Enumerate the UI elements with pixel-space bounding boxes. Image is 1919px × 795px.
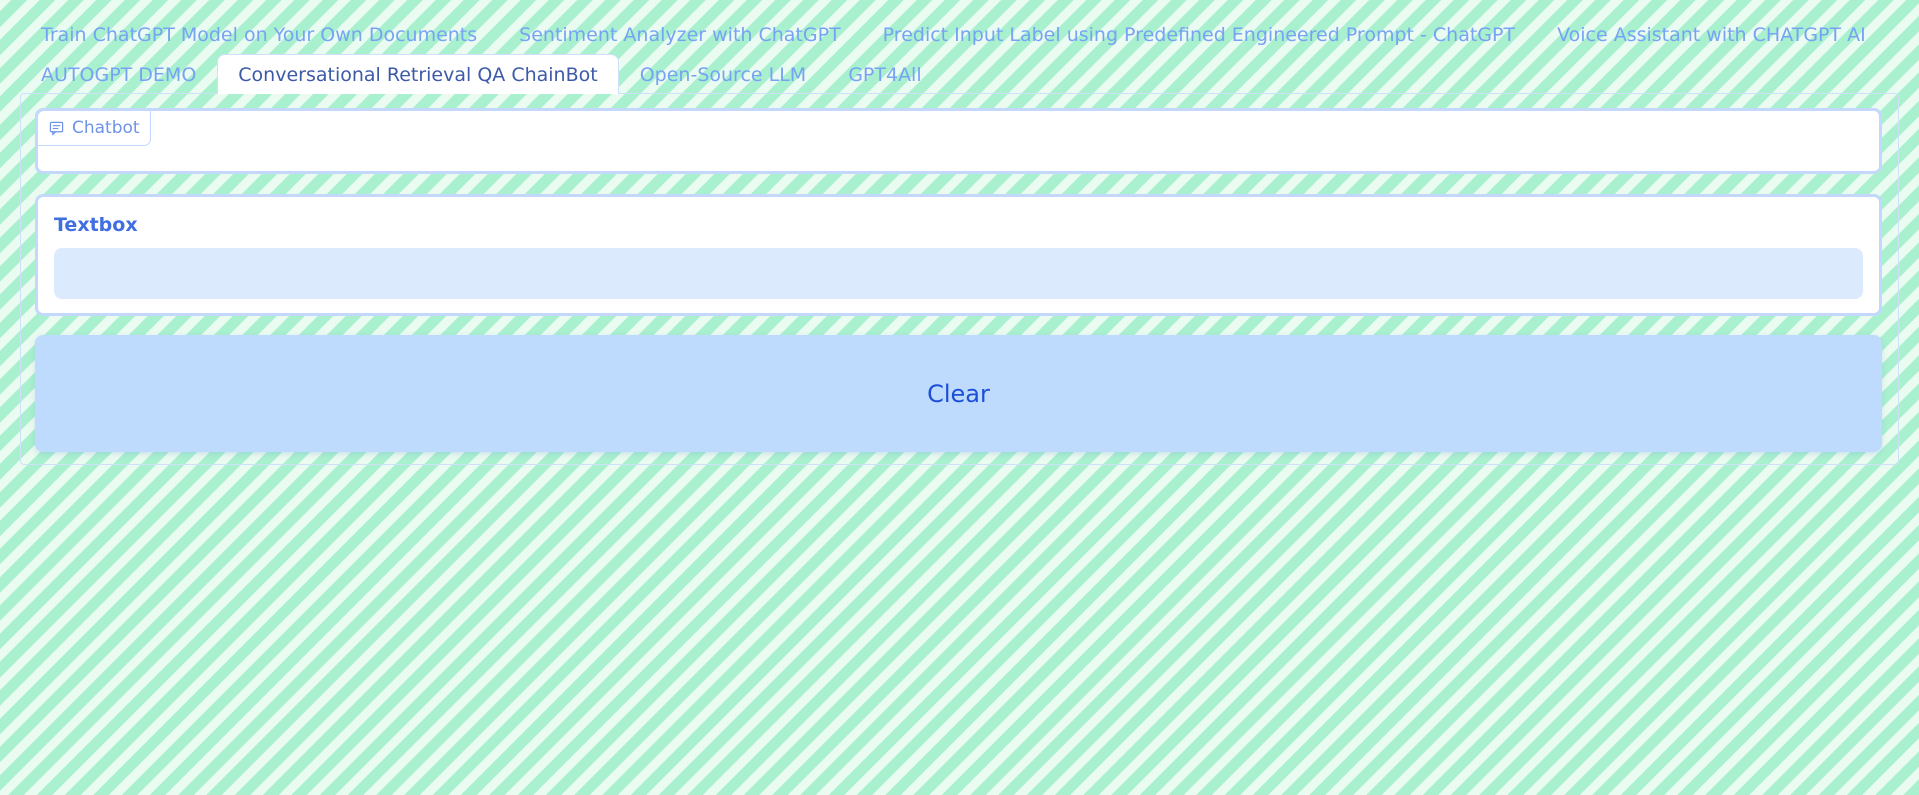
tab-sentiment-analyzer[interactable]: Sentiment Analyzer with ChatGPT (498, 14, 862, 54)
tab-gpt4all[interactable]: GPT4All (827, 54, 942, 94)
tab-train-chatgpt[interactable]: Train ChatGPT Model on Your Own Document… (20, 14, 498, 54)
textbox-label: Textbox (54, 214, 138, 236)
chatbot-label-text: Chatbot (72, 118, 140, 138)
tab-conversational-retrieval-qa[interactable]: Conversational Retrieval QA ChainBot (217, 54, 619, 94)
tab-voice-assistant[interactable]: Voice Assistant with CHATGPT AI (1536, 14, 1887, 54)
tab-autogpt-demo[interactable]: AUTOGPT DEMO (20, 54, 217, 94)
textbox-block: Textbox (35, 194, 1882, 316)
textbox-input[interactable] (54, 248, 1863, 299)
tab-bar: Train ChatGPT Model on Your Own Document… (20, 14, 1900, 94)
chat-icon (49, 121, 64, 135)
tab-predict-input-label[interactable]: Predict Input Label using Predefined Eng… (862, 14, 1536, 54)
chatbot-area[interactable]: Chatbot (35, 108, 1882, 174)
tab-open-source-llm[interactable]: Open-Source LLM (619, 54, 827, 94)
chatbot-label: Chatbot (37, 110, 151, 146)
clear-button[interactable]: Clear (35, 335, 1882, 452)
